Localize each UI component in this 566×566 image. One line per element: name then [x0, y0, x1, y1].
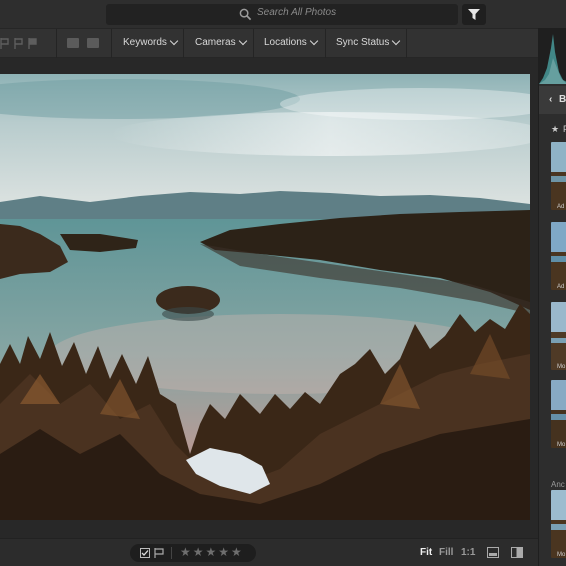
- keywords-menu[interactable]: Keywords: [123, 36, 179, 48]
- section-sub-label: Anc: [551, 480, 565, 489]
- filter-bar: Keywords Cameras Locations Sync Status: [0, 28, 538, 59]
- zoom-fit-button[interactable]: Fit: [420, 547, 432, 558]
- divider: [56, 29, 57, 59]
- thumbnail-caption: Ad: [557, 204, 565, 210]
- divider: [171, 547, 172, 559]
- search-placeholder: Search All Photos: [257, 7, 337, 18]
- chevron-down-icon: [238, 36, 247, 46]
- keywords-label: Keywords: [123, 37, 167, 48]
- right-panel: ‹ B ★ F Ad Ad Mo Mo Anc Mo: [538, 28, 566, 566]
- divider: [253, 29, 254, 59]
- cameras-menu[interactable]: Cameras: [195, 36, 247, 48]
- divider: [406, 29, 407, 59]
- star-rating[interactable]: ★★★★★: [180, 545, 244, 559]
- media-type-filters: [67, 38, 99, 48]
- top-bar: Search All Photos: [0, 0, 566, 28]
- flag-filters: [0, 36, 37, 49]
- cameras-label: Cameras: [195, 37, 236, 48]
- chevron-down-icon: [392, 36, 401, 46]
- main-photo[interactable]: [0, 74, 530, 520]
- thumbnail-caption: Mo: [557, 442, 566, 448]
- thumbnail-caption: Ad: [557, 284, 565, 290]
- star-icon: ★: [551, 124, 560, 134]
- divider: [183, 29, 184, 59]
- locations-menu[interactable]: Locations: [264, 36, 319, 48]
- flag-icon[interactable]: [0, 36, 9, 49]
- thumbnail-caption: Mo: [557, 364, 566, 370]
- chevron-left-icon: ‹: [549, 94, 553, 105]
- thumbnail[interactable]: [551, 302, 566, 370]
- divider: [111, 29, 112, 59]
- sync-status-label: Sync Status: [336, 37, 390, 48]
- thumbnail[interactable]: [551, 222, 566, 290]
- pick-flag-icon[interactable]: [140, 548, 150, 558]
- panel-back-header[interactable]: ‹ B: [539, 86, 566, 114]
- sync-status-menu[interactable]: Sync Status: [336, 36, 401, 48]
- photo-viewer: [0, 58, 538, 538]
- thumbnail[interactable]: [551, 380, 566, 448]
- thumbnail[interactable]: [551, 142, 566, 210]
- panel-title: B: [559, 94, 566, 105]
- search-field[interactable]: Search All Photos: [106, 4, 458, 25]
- filter-button[interactable]: [462, 4, 486, 25]
- funnel-icon: [468, 9, 480, 20]
- chevron-down-icon: [169, 36, 179, 46]
- bottom-toolbar: ★★★★★ Fit Fill 1:1: [0, 538, 538, 566]
- histogram: [539, 28, 566, 84]
- zoom-1to1-button[interactable]: 1:1: [461, 547, 475, 558]
- zoom-fill-button[interactable]: Fill: [439, 547, 453, 558]
- flag-icon[interactable]: [14, 36, 23, 49]
- photo-type-icon[interactable]: [67, 38, 79, 48]
- thumbnail-caption: Mo: [557, 552, 566, 558]
- video-type-icon[interactable]: [87, 38, 99, 48]
- compare-view-icon[interactable]: [511, 547, 523, 558]
- locations-label: Locations: [264, 37, 307, 48]
- info-overlay-icon[interactable]: [487, 547, 499, 558]
- chevron-down-icon: [309, 36, 319, 46]
- search-icon: [239, 8, 252, 21]
- reject-flag-icon[interactable]: [154, 548, 164, 558]
- lake-landscape-image: [0, 74, 530, 520]
- divider: [325, 29, 326, 59]
- rating-pill: ★★★★★: [130, 544, 256, 562]
- flag-icon[interactable]: [28, 36, 37, 49]
- thumbnail[interactable]: [551, 490, 566, 558]
